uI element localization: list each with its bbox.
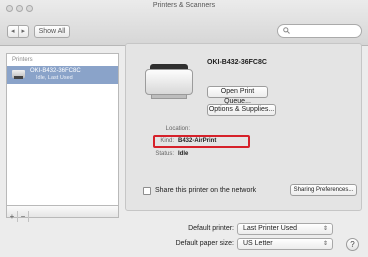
window-title: Printers & Scanners xyxy=(152,2,216,9)
printer-list-item-name: OKI-B432-36FC8C xyxy=(30,68,81,74)
forward-button[interactable]: ▸ xyxy=(17,26,29,37)
show-all-button[interactable]: Show All xyxy=(34,25,70,38)
default-printer-value: Last Printer Used xyxy=(243,225,298,232)
default-paper-value: US Letter xyxy=(243,240,273,247)
sharing-preferences-button[interactable]: Sharing Preferences... xyxy=(290,184,357,196)
status-label: Status: xyxy=(155,151,174,157)
remove-printer-button[interactable]: − xyxy=(18,211,29,222)
printer-title: OKI-B432-36FC8C xyxy=(207,59,267,66)
default-paper-popup[interactable]: US Letter ⇕ xyxy=(237,238,333,250)
options-supplies-button[interactable]: Options & Supplies... xyxy=(207,104,276,116)
default-printer-popup[interactable]: Last Printer Used ⇕ xyxy=(237,223,333,235)
chevron-updown-icon: ⇕ xyxy=(322,226,328,232)
add-printer-button[interactable]: + xyxy=(7,211,18,222)
printers-scanners-window: Printers & Scanners ◂ ▸ Show All Printer… xyxy=(0,0,368,257)
chevron-updown-icon: ⇕ xyxy=(322,241,328,247)
default-paper-label: Default paper size: xyxy=(175,240,234,247)
printers-list-header: Printers xyxy=(12,57,33,63)
status-value: Idle xyxy=(178,151,189,157)
printer-icon xyxy=(12,70,25,79)
share-printer-label[interactable]: Share this printer on the network xyxy=(155,187,256,194)
open-print-queue-button[interactable]: Open Print Queue... xyxy=(207,86,268,105)
help-button[interactable]: ? xyxy=(346,238,359,251)
share-printer-checkbox[interactable] xyxy=(143,187,151,195)
titlebar: Printers & Scanners ◂ ▸ Show All xyxy=(0,0,368,46)
printer-image xyxy=(145,64,193,102)
printer-list-item[interactable]: OKI-B432-36FC8C Idle, Last Used xyxy=(7,66,118,84)
search-input[interactable] xyxy=(277,24,362,38)
location-label: Location: xyxy=(165,126,190,132)
list-add-remove-bar: + − xyxy=(6,206,119,222)
back-button[interactable]: ◂ xyxy=(8,26,18,37)
printer-detail-panel: OKI-B432-36FC8C Open Print Queue... Opti… xyxy=(125,43,362,211)
nav-back-forward: ◂ ▸ xyxy=(7,25,29,38)
printers-list: Printers OKI-B432-36FC8C Idle, Last Used xyxy=(6,53,119,206)
kind-highlight-box xyxy=(153,135,250,148)
printer-list-item-status: Idle, Last Used xyxy=(36,75,73,81)
search-icon xyxy=(283,27,290,36)
default-printer-label: Default printer: xyxy=(188,225,234,232)
